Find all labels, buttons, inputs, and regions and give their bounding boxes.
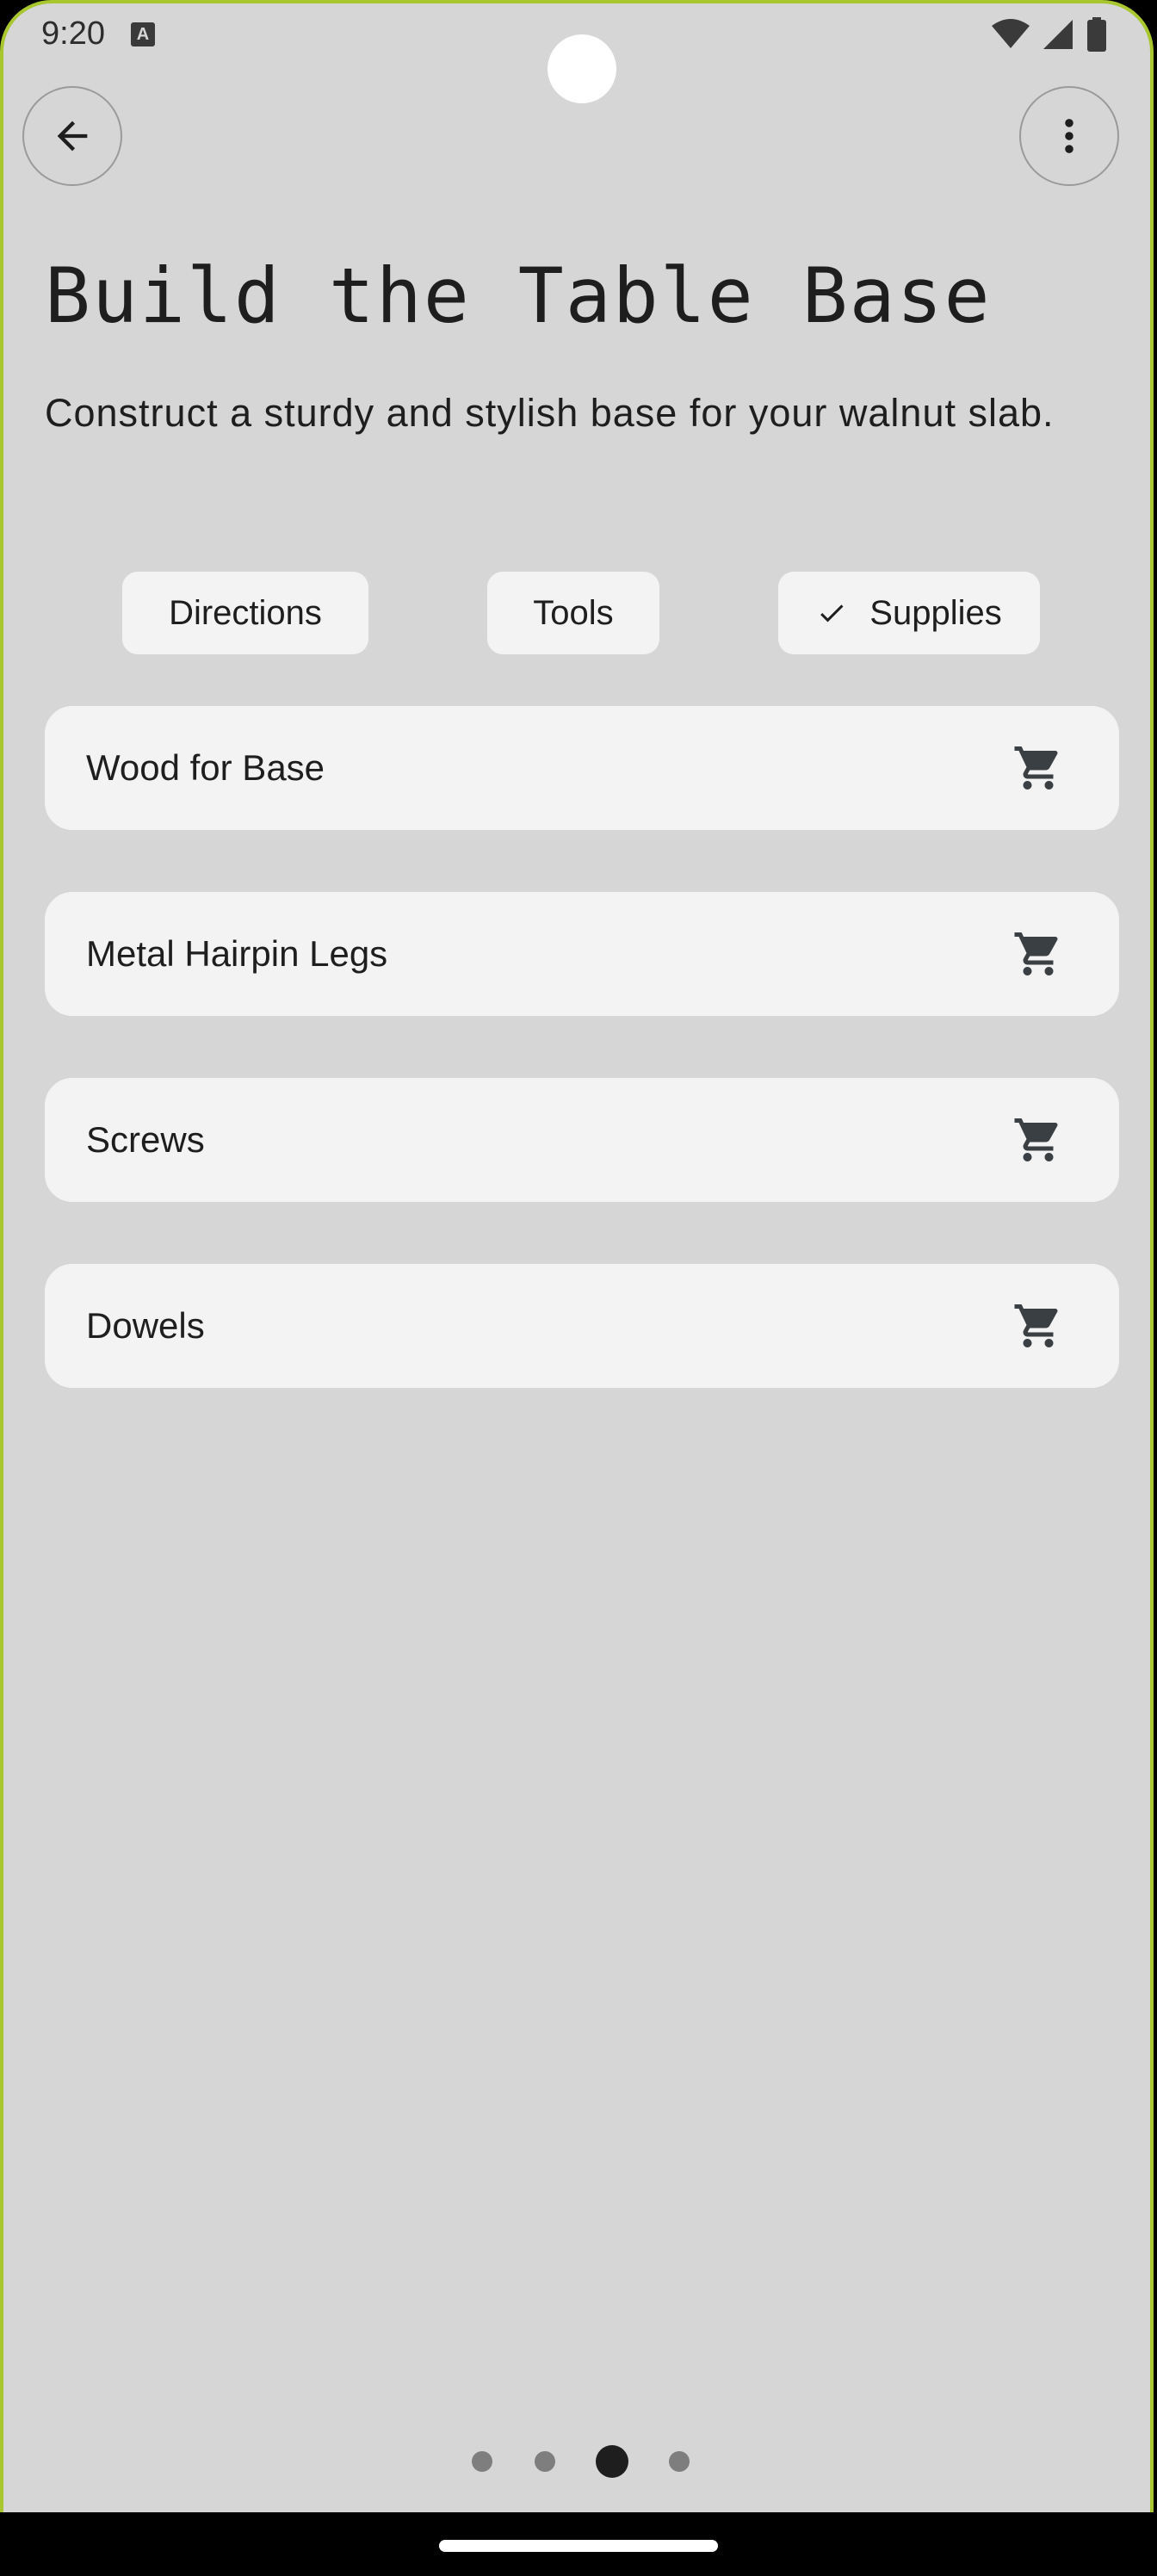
cart-icon[interactable] xyxy=(1012,928,1064,980)
tab-supplies[interactable]: Supplies xyxy=(778,572,1040,654)
list-item[interactable]: Metal Hairpin Legs xyxy=(45,892,1119,1016)
cell-signal-icon xyxy=(1043,20,1073,49)
supply-item-label: Wood for Base xyxy=(86,747,325,788)
check-icon xyxy=(816,598,847,629)
status-bar: 9:20 A xyxy=(3,3,1150,103)
supply-item-label: Screws xyxy=(86,1119,205,1160)
page-indicator xyxy=(3,2440,1150,2483)
more-vert-icon xyxy=(1065,119,1073,153)
cart-icon[interactable] xyxy=(1012,1114,1064,1166)
wifi-icon xyxy=(992,19,1030,48)
supply-item-label: Metal Hairpin Legs xyxy=(86,933,388,974)
supply-item-label: Dowels xyxy=(86,1305,205,1346)
cart-icon[interactable] xyxy=(1012,1300,1064,1352)
page-subtitle: Construct a sturdy and stylish base for … xyxy=(45,391,1055,435)
battery-icon xyxy=(1087,17,1106,52)
gesture-nav-handle[interactable] xyxy=(439,2540,718,2552)
status-time: 9:20 xyxy=(41,15,105,52)
a-icon: A xyxy=(131,22,155,46)
list-item[interactable]: Wood for Base xyxy=(45,706,1119,830)
page-title: Build the Table Base xyxy=(45,251,992,340)
camera-cutout xyxy=(548,34,616,103)
tab-tools[interactable]: Tools xyxy=(487,572,659,654)
list-item[interactable]: Screws xyxy=(45,1078,1119,1202)
page-dot[interactable] xyxy=(669,2451,690,2472)
page-dot[interactable] xyxy=(472,2451,492,2472)
tab-directions[interactable]: Directions xyxy=(122,572,368,654)
more-options-button[interactable] xyxy=(1019,86,1119,186)
arrow-left-icon xyxy=(57,121,88,152)
app-screen: 9:20 A Build the Table Base Construct a … xyxy=(0,0,1154,2512)
page-dot-active[interactable] xyxy=(596,2445,628,2478)
tab-supplies-label: Supplies xyxy=(869,593,1002,632)
device-frame: 9:20 A Build the Table Base Construct a … xyxy=(0,0,1157,2576)
back-button[interactable] xyxy=(22,86,122,186)
supply-list: Wood for Base Metal Hairpin Legs Screws … xyxy=(45,706,1119,1450)
status-icons xyxy=(992,17,1107,52)
page-dot[interactable] xyxy=(535,2451,555,2472)
tab-directions-label: Directions xyxy=(169,593,322,632)
list-item[interactable]: Dowels xyxy=(45,1264,1119,1388)
cart-icon[interactable] xyxy=(1012,742,1064,794)
tab-tools-label: Tools xyxy=(533,593,614,632)
